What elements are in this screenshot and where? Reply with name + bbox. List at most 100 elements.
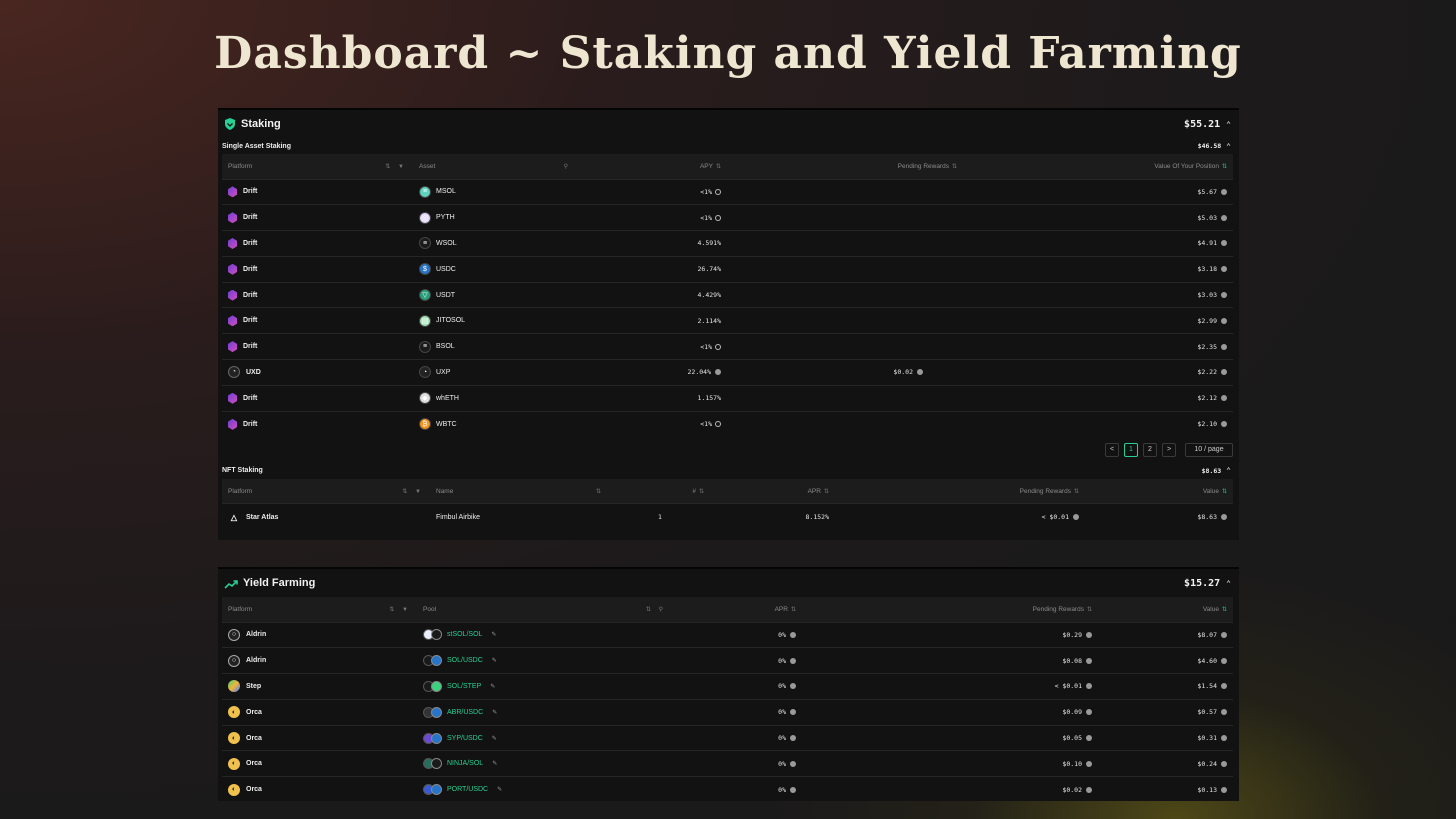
table-row[interactable]: △ Star Atlas Fimbul Airbike 1 8.152% < $0… [222, 503, 1233, 530]
external-link-icon[interactable]: ✎ [492, 709, 497, 716]
column-value[interactable]: Value ⇅ [1098, 597, 1233, 622]
table-header-row: Platform ⇅ ▼ Pool ⇅ ⚲ APR ⇅ Pending Rewards… [222, 597, 1233, 622]
apr-value: 0% [778, 682, 786, 691]
table-row[interactable]: ◐ Orca NINJA/SOL ✎ 0% $0.10 $0.24 [222, 750, 1233, 777]
platform-name: Drift [243, 291, 258, 299]
table-row[interactable]: ○ Aldrin SOL/USDC ✎ 0% $0.08 $4.60 [222, 647, 1233, 674]
column-value[interactable]: Value ⇅ [1085, 478, 1233, 504]
page-1-button[interactable]: 1 [1124, 442, 1138, 457]
table-row[interactable]: ○ Aldrin stSOL/SOL ✎ 0% $0.29 $8.07 [222, 621, 1233, 648]
apy-value: <1% [700, 213, 712, 222]
apr-value: 0% [778, 656, 786, 665]
apy-value: <1% [700, 420, 712, 429]
table-row[interactable]: ◐ Orca PORT/USDC ✎ 0% $0.02 $0.13 [222, 776, 1233, 801]
nft-staking-header[interactable]: NFT Staking $8.63 ⌃ [218, 463, 1239, 479]
sort-icon[interactable]: ⇅ [699, 489, 704, 495]
pool-link[interactable]: SOL/STEP [447, 683, 481, 690]
pool-link[interactable]: SOL/USDC [447, 657, 483, 664]
external-link-icon[interactable]: ✎ [491, 631, 496, 638]
sort-icon[interactable]: ⇅ [716, 164, 721, 170]
sort-icon[interactable]: ⇅ [952, 164, 957, 170]
pool-link[interactable]: SYP/USDC [447, 735, 483, 742]
external-link-icon[interactable]: ✎ [492, 735, 497, 742]
external-link-icon[interactable]: ✎ [492, 657, 497, 664]
collapse-caret-icon[interactable]: ⌃ [1226, 579, 1231, 588]
info-icon[interactable] [715, 343, 721, 350]
pool-link[interactable]: ABR/USDC [447, 709, 483, 716]
column-asset[interactable]: Asset ⚲ [413, 154, 577, 179]
sort-icon[interactable]: ⇅ [824, 489, 829, 495]
position-value: $1.54 [1197, 682, 1217, 691]
column-platform[interactable]: Platform ⇅ ▼ [222, 597, 417, 622]
table-row[interactable]: ◐ Orca ABR/USDC ✎ 0% $0.09 $0.57 [222, 698, 1233, 726]
pending-rewards: $0.09 [1062, 708, 1082, 717]
pool-link[interactable]: NINJA/SOL [447, 760, 483, 767]
prev-page-button[interactable]: < [1105, 442, 1119, 457]
next-page-button[interactable]: > [1162, 442, 1176, 457]
column-platform[interactable]: Platform ⇅ ▼ [222, 478, 430, 504]
table-row[interactable]: Drift ≡ WSOL 4.591% $4.91 [222, 230, 1233, 257]
page-size-select[interactable]: 10 / page [1185, 442, 1233, 457]
column-apr[interactable]: APR ⇅ [672, 597, 802, 622]
column-pending-rewards[interactable]: Pending Rewards ⇅ [835, 478, 1085, 504]
sort-active-icon[interactable]: ⇅ [1222, 489, 1227, 495]
table-row[interactable]: Drift ◎ PYTH <1% $5.03 [222, 204, 1233, 231]
collapse-caret-icon[interactable]: ⌃ [1226, 466, 1231, 475]
column-pool[interactable]: Pool ⇅ ⚲ [417, 597, 672, 622]
table-row[interactable]: ◐ Orca SYP/USDC ✎ 0% $0.05 $0.31 [222, 724, 1233, 751]
table-row[interactable]: Drift ▤ JITOSOL 2.114% $2.99 [222, 307, 1233, 334]
drift-icon [228, 341, 237, 353]
column-platform[interactable]: Platform ⇅ ▼ [222, 154, 413, 179]
sort-icon[interactable]: ⇅ [596, 488, 604, 495]
table-row[interactable]: Drift ≡ MSOL <1% $5.67 [222, 178, 1233, 205]
single-asset-header[interactable]: Single Asset Staking $46.58 ⌃ [218, 138, 1239, 154]
column-pending-rewards[interactable]: Pending Rewards ⇅ [802, 597, 1098, 622]
external-link-icon[interactable]: ✎ [492, 760, 497, 767]
yield-farming-header[interactable]: Yield Farming $15.27 ⌃ [218, 569, 1239, 597]
page-2-button[interactable]: 2 [1143, 442, 1157, 457]
sort-icon[interactable]: ⇅ [1087, 607, 1092, 613]
platform-name: Drift [243, 343, 258, 351]
sort-filter-icon[interactable]: ⇅ ▼ [402, 488, 424, 495]
table-row[interactable]: Step SOL/STEP ✎ 0% < $0.01 $1.54 [222, 673, 1233, 700]
table-row[interactable]: Drift ≡ BSOL <1% $2.35 [222, 333, 1233, 360]
platform-name: Drift [243, 239, 258, 247]
staking-header[interactable]: Staking $55.21 ⌃ [218, 110, 1239, 138]
platform-name: Drift [243, 265, 258, 273]
table-row[interactable]: Drift ◆ whETH 1.157% $2.12 [222, 384, 1233, 412]
external-link-icon[interactable]: ✎ [497, 786, 502, 793]
sort-icon[interactable]: ⇅ [1074, 489, 1079, 495]
table-row[interactable]: ◔ UXD ◔ UXP 22.04% $0.02 $2.22 [222, 359, 1233, 386]
column-pending-rewards[interactable]: Pending Rewards ⇅ [727, 154, 963, 179]
pool-token-pair-icon [423, 706, 442, 718]
sort-icon[interactable]: ⇅ [791, 607, 796, 613]
column-count[interactable]: # ⇅ [610, 478, 710, 504]
pending-rewards: $0.29 [1062, 630, 1082, 639]
table-row[interactable]: Drift ▽ USDT 4.429% $3.03 [222, 281, 1233, 308]
sort-active-icon[interactable]: ⇅ [1222, 164, 1227, 170]
sort-filter-icon[interactable]: ⇅ ▼ [385, 163, 407, 170]
sort-filter-icon[interactable]: ⇅ ▼ [389, 606, 411, 613]
external-link-icon[interactable]: ✎ [490, 683, 495, 690]
collapse-caret-icon[interactable]: ⌃ [1226, 142, 1231, 151]
info-icon[interactable] [715, 214, 721, 221]
single-asset-table: Platform ⇅ ▼ Asset ⚲ APY ⇅ Pending Rewards ⇅… [222, 154, 1233, 437]
info-icon[interactable] [715, 421, 721, 428]
orca-icon: ◐ [228, 706, 240, 719]
pool-link[interactable]: PORT/USDC [447, 786, 488, 793]
sort-search-icon[interactable]: ⇅ ⚲ [646, 606, 666, 613]
info-icon[interactable] [715, 188, 721, 195]
pool-link[interactable]: stSOL/SOL [447, 631, 482, 638]
usdt-icon: ▽ [419, 289, 431, 302]
sort-active-icon[interactable]: ⇅ [1222, 607, 1227, 613]
table-row[interactable]: Drift $ USDC 26.74% $3.18 [222, 255, 1233, 283]
table-row[interactable]: Drift ₿ WBTC <1% $2.10 [222, 410, 1233, 437]
token-icon [1221, 735, 1227, 742]
column-value[interactable]: Value Of Your Position ⇅ [963, 154, 1233, 179]
search-icon[interactable]: ⚲ [564, 163, 571, 170]
column-apr[interactable]: APR ⇅ [710, 478, 835, 504]
column-name[interactable]: Name ⇅ [430, 478, 610, 504]
column-apy[interactable]: APY ⇅ [577, 154, 727, 179]
position-value: $2.22 [1197, 368, 1217, 377]
collapse-caret-icon[interactable]: ⌃ [1226, 120, 1231, 129]
